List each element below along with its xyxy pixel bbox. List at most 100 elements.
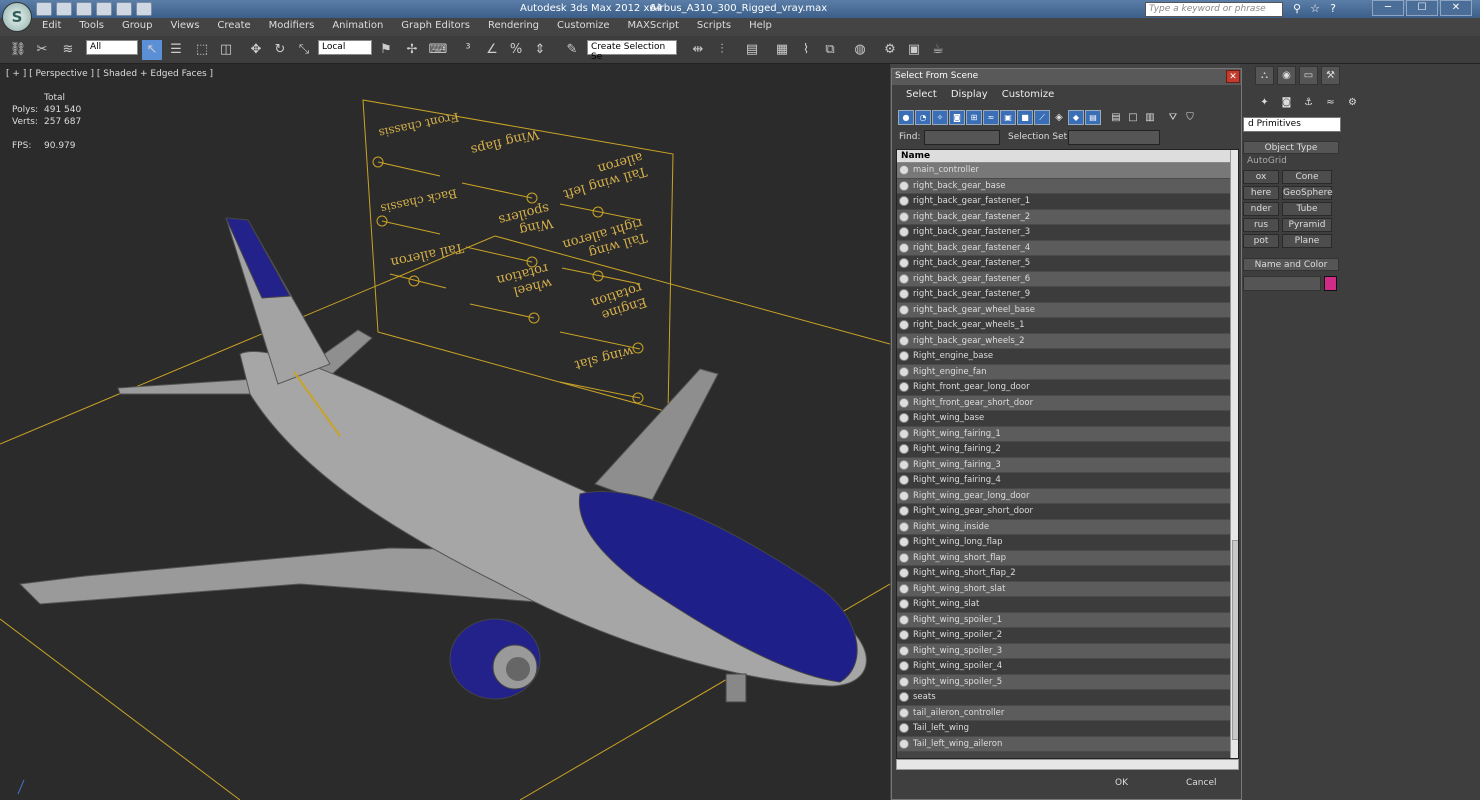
undo-icon[interactable] [96,2,112,16]
list-item[interactable]: Right_wing_spoiler_5 [897,674,1238,690]
angle-snap-icon[interactable]: ∠ [482,40,502,60]
display-tab-icon[interactable]: ▭ [1299,66,1318,85]
list-item[interactable]: Right_wing_gear_long_door [897,488,1238,504]
helpers-filter-icon[interactable]: ⊞ [966,110,982,125]
list-item[interactable]: Right_wing_spoiler_2 [897,628,1238,644]
scroll-thumb[interactable] [1232,540,1238,740]
select-object-icon[interactable]: ↖ [142,40,162,60]
list-item[interactable]: right_back_gear_fastener_9 [897,287,1238,303]
select-invert-icon[interactable]: ▥ [1142,110,1158,125]
project-folder-icon[interactable] [136,2,152,16]
list-item[interactable]: Right_engine_base [897,349,1238,365]
menu-help[interactable]: Help [749,18,782,36]
named-selection-set-dropdown[interactable]: Create Selection Se [587,40,677,62]
menu-scripts[interactable]: Scripts [697,18,741,36]
curve-editor-icon[interactable]: ⌇ [796,40,816,60]
primitive-button[interactable]: here [1243,186,1279,200]
dialog-menu-select[interactable]: Select [906,89,937,100]
spacewarps-filter-icon[interactable]: ≈ [983,110,999,125]
dialog-menu-customize[interactable]: Customize [1002,89,1055,100]
viewport-label[interactable]: [ + ] [ Perspective ] [ Shaded + Edged F… [6,69,213,79]
list-item[interactable]: Right_wing_base [897,411,1238,427]
list-item[interactable]: Right_wing_fairing_2 [897,442,1238,458]
list-item[interactable]: tail_aileron_controller [897,705,1238,721]
align-icon[interactable]: ⫶ [712,40,732,60]
dialog-menu-display[interactable]: Display [951,89,988,100]
select-none-icon[interactable]: □ [1125,110,1141,125]
graphite-toolbar-icon[interactable]: ▦ [772,40,792,60]
object-list[interactable]: Name main_controller right_back_gear_base… [896,149,1239,759]
list-item[interactable]: Right_wing_gear_short_door [897,504,1238,520]
list-item[interactable]: Right_wing_short_slat [897,581,1238,597]
select-by-name-icon[interactable]: ☰ [166,40,186,60]
save-icon[interactable] [76,2,92,16]
systems-icon[interactable]: ⚙ [1343,94,1362,113]
menu-group[interactable]: Group [122,18,162,36]
menu-maxscript[interactable]: MAXScript [628,18,689,36]
selection-filter-dropdown[interactable]: All [86,40,138,55]
render-setup-icon[interactable]: ⚙ [880,40,900,60]
menu-rendering[interactable]: Rendering [488,18,549,36]
selection-set-dropdown[interactable] [1068,130,1160,145]
list-item[interactable]: Tail_left_wing [897,721,1238,737]
schematic-view-icon[interactable]: ⧉ [820,40,840,60]
horizontal-scrollbar[interactable] [896,759,1239,770]
geometry-filter-icon[interactable]: ● [898,110,914,125]
list-item[interactable]: Right_wing_spoiler_4 [897,659,1238,675]
menu-graph-editors[interactable]: Graph Editors [401,18,480,36]
filter-icon[interactable]: ⛛ [1165,110,1181,125]
new-file-icon[interactable] [36,2,52,16]
list-item[interactable]: Right_engine_fan [897,364,1238,380]
primitive-button[interactable]: Tube [1282,202,1332,216]
list-item[interactable]: right_back_gear_wheel_base [897,302,1238,318]
list-item[interactable]: Right_wing_inside [897,519,1238,535]
spinner-snap-icon[interactable]: ⇕ [530,40,550,60]
lights-icon[interactable]: ✦ [1255,94,1274,113]
list-item[interactable]: right_back_gear_fastener_4 [897,240,1238,256]
dialog-close-button[interactable]: ✕ [1226,70,1240,83]
ok-button[interactable]: OK [1115,778,1128,788]
select-manipulate-icon[interactable]: ✢ [402,40,422,60]
list-item[interactable]: right_back_gear_fastener_3 [897,225,1238,241]
primitive-button[interactable]: pot [1243,234,1279,248]
hidden-filter-icon[interactable]: ▤ [1085,110,1101,125]
bones-filter-icon[interactable]: ⟋ [1034,110,1050,125]
menu-tools[interactable]: Tools [79,18,114,36]
material-editor-icon[interactable]: ◍ [850,40,870,60]
list-item[interactable]: Right_wing_short_flap [897,550,1238,566]
list-item[interactable]: right_back_gear_fastener_2 [897,209,1238,225]
shapes-filter-icon[interactable]: ◔ [915,110,931,125]
list-item[interactable]: Right_wing_fairing_3 [897,457,1238,473]
bind-spacewarp-icon[interactable]: ≋ [58,40,78,60]
help-icon[interactable]: ? [1326,2,1340,16]
binoculars-icon[interactable]: ⚲ [1290,2,1304,16]
percent-snap-icon[interactable]: % [506,40,526,60]
menu-animation[interactable]: Animation [332,18,393,36]
minimize-button[interactable]: ─ [1372,0,1404,16]
reference-coordinate-dropdown[interactable]: Local [318,40,372,55]
object-type-rollout[interactable]: Object Type [1243,141,1339,154]
cameras-filter-icon[interactable]: ◙ [949,110,965,125]
list-item[interactable]: Right_wing_slat [897,597,1238,613]
helpers-icon[interactable]: ⚓ [1299,94,1318,113]
link-icon[interactable]: ⛓ [8,40,28,60]
motion-tab-icon[interactable]: ◉ [1277,66,1296,85]
menu-modifiers[interactable]: Modifiers [269,18,325,36]
scale-icon[interactable]: ⤡ [294,40,314,60]
lights-filter-icon[interactable]: ✧ [932,110,948,125]
rectangular-selection-icon[interactable]: ⬚ [192,40,212,60]
primitive-button[interactable]: ox [1243,170,1279,184]
find-input[interactable] [924,130,1000,145]
list-item[interactable]: Right_wing_long_flap [897,535,1238,551]
filter-options-icon[interactable]: ⛉ [1182,110,1198,125]
list-item[interactable]: Tail_left_wing_aileron [897,736,1238,752]
move-icon[interactable]: ✥ [246,40,266,60]
hierarchy-tab-icon[interactable]: ⛬ [1255,66,1274,85]
containers-filter-icon[interactable]: ◈ [1051,110,1067,125]
cancel-button[interactable]: Cancel [1186,778,1217,788]
redo-icon[interactable] [116,2,132,16]
snaps-toggle-icon[interactable]: ³ [458,40,478,60]
search-input[interactable]: Type a keyword or phrase [1145,2,1283,17]
xrefs-filter-icon[interactable]: ■ [1017,110,1033,125]
edit-named-selection-icon[interactable]: ✎ [562,40,582,60]
